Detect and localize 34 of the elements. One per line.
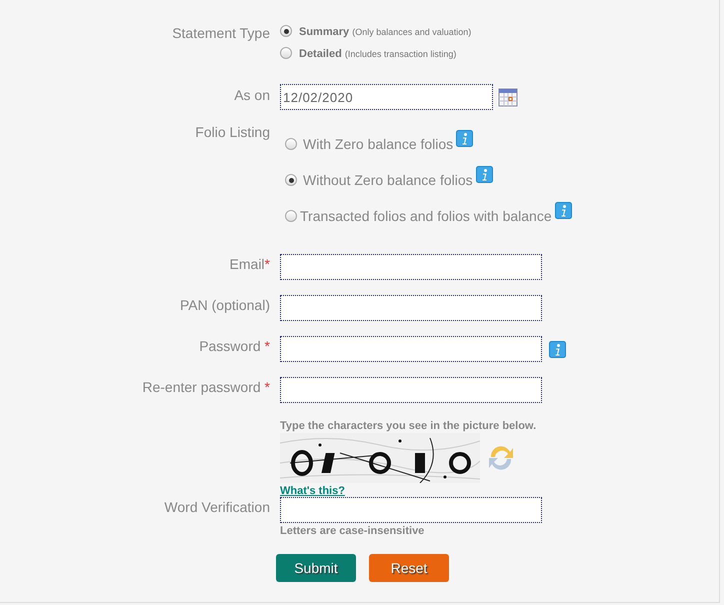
field-label: Word Verification [163, 498, 270, 515]
captcha-instruction: Type the characters you see in the picture below. [280, 420, 536, 432]
info-icon[interactable] [476, 166, 493, 182]
radio-label: Detailed (Includes transaction listing) [299, 48, 456, 60]
calendar-icon[interactable] [498, 87, 518, 107]
radio-button[interactable] [285, 210, 297, 222]
field-label: Re-enter password * [141, 378, 270, 395]
radio-label: Transacted folios and folios with balance [300, 208, 552, 224]
field-label: As on [233, 86, 270, 103]
field-label: Statement Type [171, 24, 270, 41]
input-field[interactable] [280, 336, 542, 362]
field-label: Password * [198, 337, 270, 354]
field-label: PAN (optional) [178, 296, 270, 313]
input-field[interactable] [280, 377, 542, 403]
hint-text: Letters are case-insensitive [280, 525, 426, 537]
radio-label: Without Zero balance folios [303, 172, 473, 188]
info-icon[interactable] [549, 340, 566, 358]
input-field[interactable] [280, 497, 542, 523]
radio-button[interactable] [285, 138, 297, 150]
radio-button[interactable] [280, 25, 292, 37]
whats-this-link[interactable]: What's this? [280, 485, 345, 497]
info-icon[interactable] [456, 130, 474, 146]
field-label: Email* [228, 255, 270, 272]
reset-button[interactable]: Reset [369, 554, 449, 582]
radio-button[interactable] [285, 174, 297, 186]
radio-label: Summary (Only balances and valuation) [299, 26, 472, 38]
date-field[interactable]: 12/02/2020 [280, 84, 493, 110]
info-icon[interactable] [554, 202, 572, 218]
input-field[interactable] [280, 254, 542, 280]
submit-button[interactable]: Submit [276, 554, 356, 582]
radio-label: With Zero balance folios [303, 136, 454, 152]
input-field[interactable] [280, 295, 542, 321]
field-label: Folio Listing [194, 124, 270, 140]
radio-button[interactable] [280, 47, 292, 59]
